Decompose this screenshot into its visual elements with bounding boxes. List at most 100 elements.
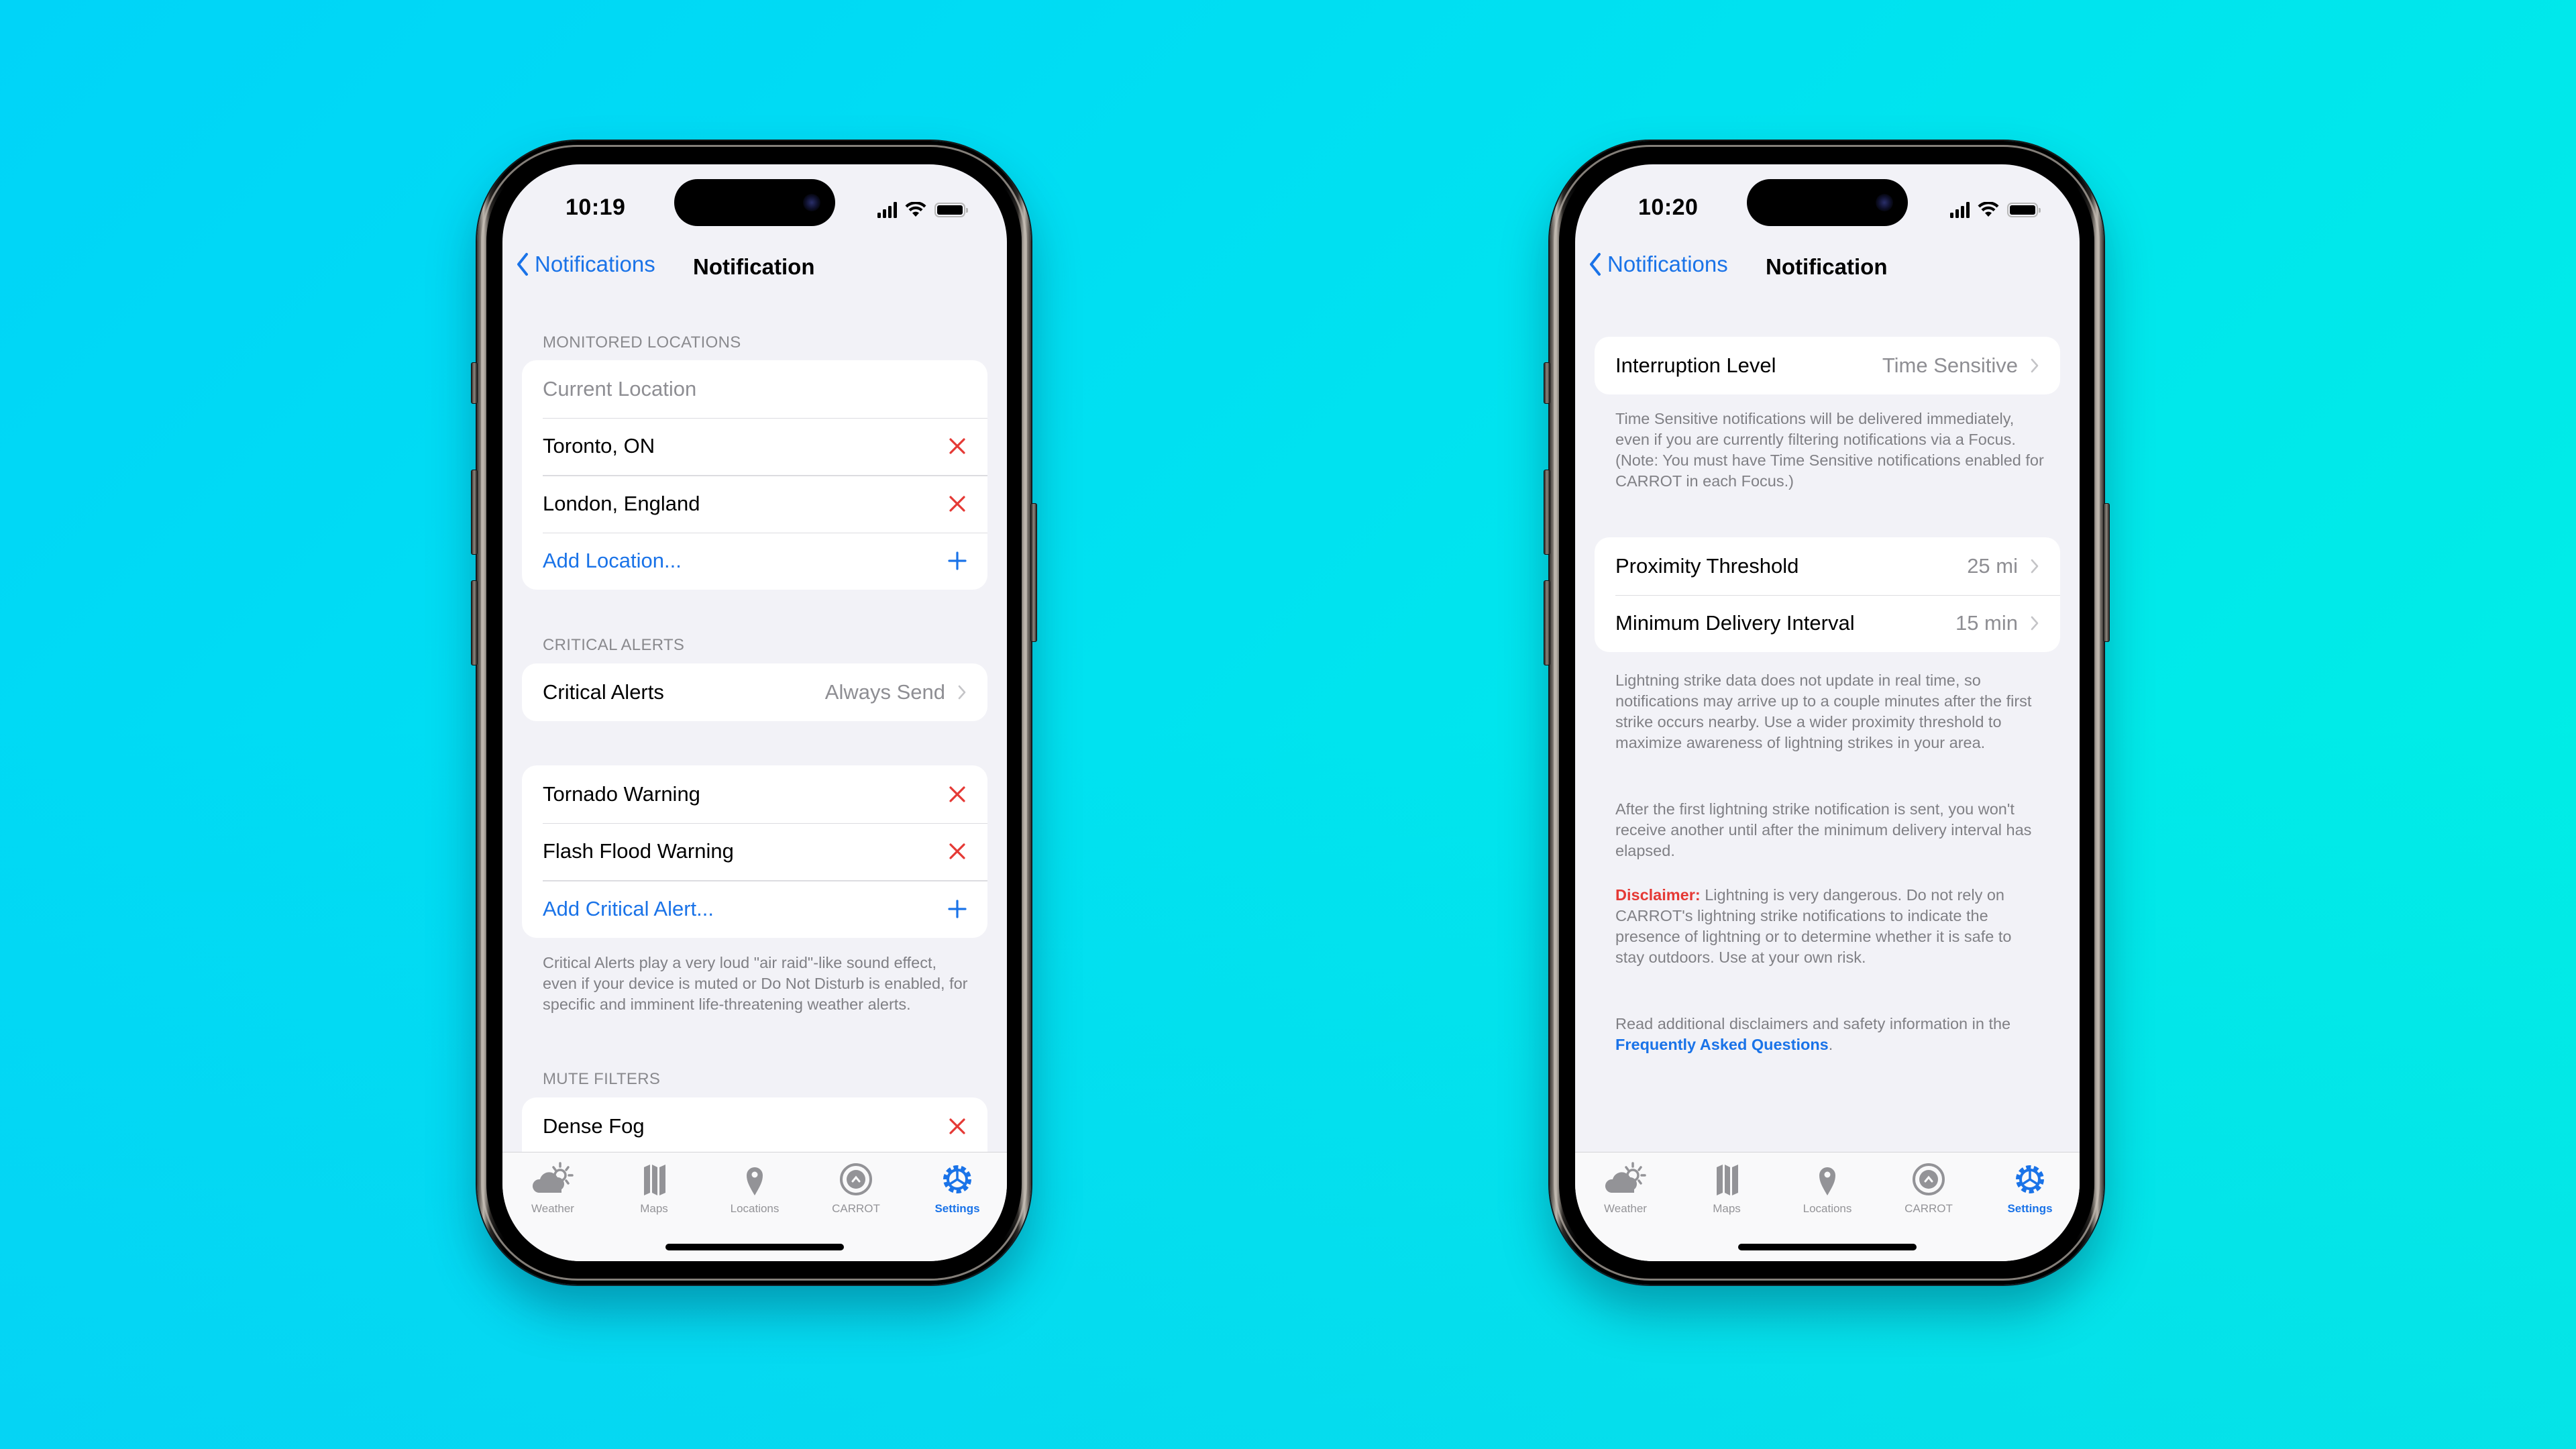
- tab-label: Weather: [531, 1202, 574, 1215]
- x-icon[interactable]: [948, 1117, 967, 1136]
- proximity-threshold-value: 25 mi: [1967, 553, 2018, 578]
- map-icon: [644, 1165, 665, 1195]
- minimum-delivery-interval-label: Minimum Delivery Interval: [1615, 611, 1855, 635]
- critical-alerts-setting-card: Critical Alerts Always Send: [522, 663, 987, 721]
- filter-label: Dense Fog: [543, 1114, 645, 1138]
- chevron-left-icon: [1590, 253, 1601, 276]
- x-icon[interactable]: [948, 494, 967, 513]
- tab-label: CARROT: [832, 1202, 880, 1215]
- wifi-icon: [1978, 202, 1999, 217]
- tab-label: Settings: [2007, 1202, 2053, 1215]
- x-icon[interactable]: [948, 842, 967, 861]
- cellular-signal-icon: [1950, 202, 1970, 218]
- faq-prefix: Read additional disclaimers and safety i…: [1615, 1015, 2011, 1032]
- location-label: London, England: [543, 491, 700, 515]
- lightning-interval-footer: After the first lightning strike notific…: [1615, 800, 2032, 859]
- back-label: Notifications: [535, 252, 655, 276]
- list-item: London, England: [522, 475, 987, 533]
- tab-bar: Weather Maps Locations CARROT Settings: [1575, 1152, 2080, 1261]
- interruption-level-row[interactable]: Interruption Level Time Sensitive: [1595, 337, 2060, 394]
- volume-down-button: [1544, 580, 1550, 665]
- tab-maps[interactable]: Maps: [614, 1161, 694, 1216]
- gear-icon: [2016, 1165, 2044, 1193]
- power-button: [2103, 503, 2110, 642]
- plus-icon: [948, 900, 967, 918]
- dynamic-island: [1747, 179, 1908, 226]
- current-location-row: Current Location: [522, 360, 987, 418]
- section-header-critical-alerts: CRITICAL ALERTS: [543, 636, 685, 654]
- tab-label: Locations: [1803, 1202, 1852, 1215]
- cellular-signal-icon: [877, 202, 897, 218]
- tab-label: CARROT: [1904, 1202, 1953, 1215]
- tab-label: Maps: [640, 1202, 668, 1215]
- page-title: Notification: [693, 254, 815, 279]
- home-indicator[interactable]: [1738, 1244, 1917, 1250]
- back-button[interactable]: Notifications: [516, 252, 655, 277]
- tab-label: Maps: [1713, 1202, 1741, 1215]
- volume-down-button: [471, 580, 478, 665]
- section-header-mute-filters: MUTE FILTERS: [543, 1070, 661, 1088]
- list-item: Tornado Warning: [522, 765, 987, 823]
- tab-carrot[interactable]: CARROT: [1888, 1161, 1969, 1216]
- page-title: Notification: [1766, 254, 1888, 279]
- gear-icon: [943, 1165, 971, 1193]
- chevron-right-icon: [2031, 358, 2039, 373]
- volume-up-button: [471, 470, 478, 555]
- dynamic-island: [674, 179, 835, 226]
- critical-alerts-label: Critical Alerts: [543, 680, 664, 704]
- tab-weather[interactable]: Weather: [1585, 1161, 1666, 1216]
- wifi-icon: [905, 202, 926, 217]
- map-icon: [1717, 1165, 1738, 1195]
- add-critical-alert-label: Add Critical Alert...: [543, 896, 714, 920]
- disclaimer-footer: Disclaimer: Lightning is very dangerous.…: [1615, 885, 2045, 968]
- lightning-realtime-footer: Lightning strike data does not update in…: [1615, 672, 2032, 751]
- status-bar: 10:20: [1575, 164, 2080, 252]
- location-pin-icon: [1819, 1167, 1835, 1195]
- tab-weather[interactable]: Weather: [513, 1161, 593, 1216]
- lightning-settings-card: Proximity Threshold 25 mi Minimum Delive…: [1595, 537, 2060, 652]
- interruption-level-label: Interruption Level: [1615, 353, 1776, 377]
- battery-icon: [934, 203, 968, 217]
- tab-label: Settings: [934, 1202, 980, 1215]
- add-critical-alert-button[interactable]: Add Critical Alert...: [522, 880, 987, 938]
- camera-icon: [803, 194, 820, 211]
- current-location-label: Current Location: [543, 376, 697, 400]
- carrot-icon: [1913, 1163, 1945, 1195]
- tab-settings[interactable]: Settings: [917, 1161, 998, 1216]
- location-label: Toronto, ON: [543, 434, 655, 458]
- tab-locations[interactable]: Locations: [714, 1161, 795, 1216]
- back-label: Notifications: [1607, 252, 1728, 276]
- location-pin-icon: [747, 1167, 763, 1195]
- weather-icon: [532, 1162, 574, 1193]
- home-indicator[interactable]: [665, 1244, 844, 1250]
- navigation-bar: Notifications Notification: [502, 245, 1007, 285]
- tab-locations[interactable]: Locations: [1787, 1161, 1868, 1216]
- alert-label: Flash Flood Warning: [543, 839, 734, 863]
- background: [0, 0, 2576, 1449]
- interruption-level-card: Interruption Level Time Sensitive: [1595, 337, 2060, 394]
- power-button: [1030, 503, 1037, 642]
- x-icon[interactable]: [948, 437, 967, 455]
- minimum-delivery-interval-row[interactable]: Minimum Delivery Interval 15 min: [1595, 594, 2060, 653]
- x-icon[interactable]: [948, 785, 967, 804]
- faq-suffix: .: [1828, 1036, 1833, 1053]
- tab-carrot[interactable]: CARROT: [816, 1161, 896, 1216]
- back-button[interactable]: Notifications: [1589, 252, 1728, 277]
- add-location-label: Add Location...: [543, 549, 682, 573]
- tab-settings[interactable]: Settings: [1990, 1161, 2070, 1216]
- action-button: [1544, 362, 1550, 404]
- faq-link[interactable]: Frequently Asked Questions: [1615, 1036, 1829, 1053]
- critical-alerts-footer: Critical Alerts play a very loud "air ra…: [543, 954, 968, 1013]
- tab-bar: Weather Maps Locations CARROT Settings: [502, 1152, 1007, 1261]
- tab-maps[interactable]: Maps: [1686, 1161, 1767, 1216]
- add-location-button[interactable]: Add Location...: [522, 532, 987, 590]
- phone-right: 10:20 Notifications Notification Interru…: [1544, 141, 2110, 1285]
- proximity-threshold-row[interactable]: Proximity Threshold 25 mi: [1595, 537, 2060, 595]
- chevron-right-icon: [2031, 616, 2039, 631]
- screen: 10:19 Notifications Notification MONITOR…: [502, 164, 1007, 1261]
- list-item: Flash Flood Warning: [522, 822, 987, 881]
- minimum-delivery-interval-value: 15 min: [1955, 611, 2018, 635]
- tab-label: Locations: [730, 1202, 780, 1215]
- critical-alerts-setting-row[interactable]: Critical Alerts Always Send: [522, 663, 987, 721]
- chevron-left-icon: [517, 253, 528, 276]
